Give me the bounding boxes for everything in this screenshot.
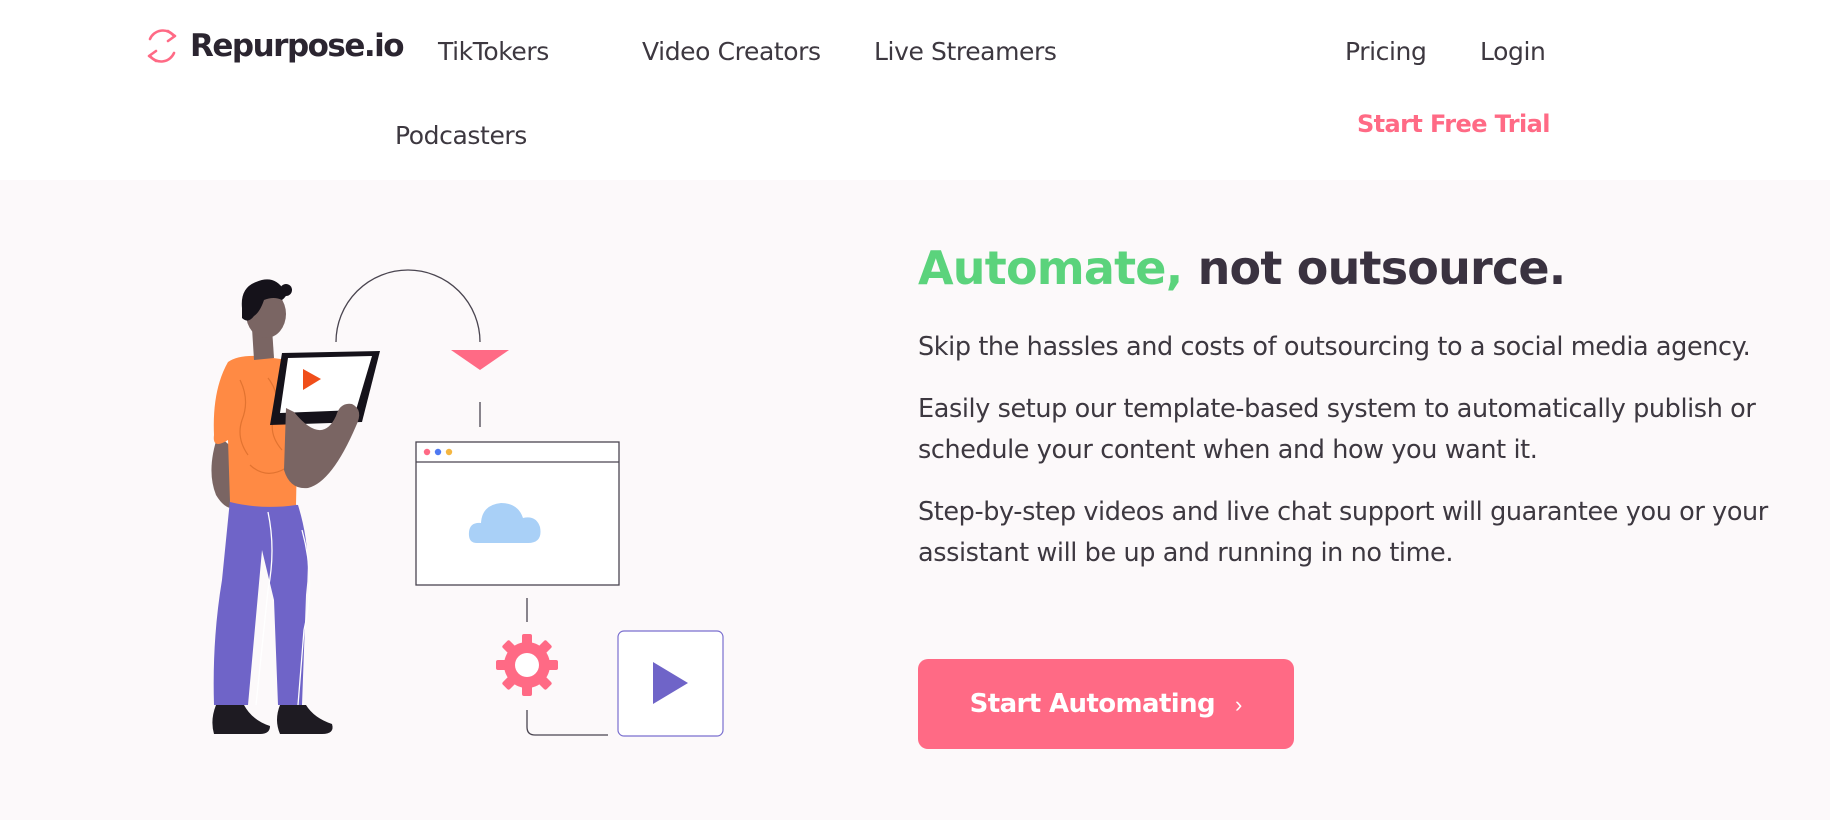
start-automating-button[interactable]: Start Automating › (918, 659, 1294, 749)
headline-rest: not outsource. (1197, 241, 1567, 295)
logo[interactable]: Repurpose.io (144, 24, 405, 68)
automation-illustration (211, 269, 724, 737)
site-header: Repurpose.io TikTokers Video Creators Li… (0, 0, 1830, 180)
browser-window (415, 441, 620, 586)
hero-illustration (190, 250, 750, 750)
nav-link-video-creators[interactable]: Video Creators (642, 37, 821, 66)
hero-paragraph-1: Skip the hassles and costs of outsourcin… (918, 332, 1751, 362)
funnel-icon (451, 350, 509, 370)
nav-link-live-streamers[interactable]: Live Streamers (874, 37, 1057, 66)
start-automating-label: Start Automating (969, 689, 1216, 719)
nav-link-podcasters[interactable]: Podcasters (395, 121, 527, 150)
start-free-trial-link[interactable]: Start Free Trial (1357, 110, 1550, 138)
person-figure (211, 279, 380, 734)
logo-text: Repurpose.io (190, 28, 405, 64)
nav-link-tiktokers[interactable]: TikTokers (438, 37, 549, 66)
hero-section: Automate, not outsource. Skip the hassle… (918, 238, 1778, 574)
hero-headline: Automate, not outsource. (918, 238, 1778, 298)
nav-link-login[interactable]: Login (1480, 37, 1546, 66)
hero-paragraph-2: Easily setup our template-based system t… (918, 394, 1756, 465)
headline-accent: Automate, (918, 241, 1183, 295)
chevron-right-icon: › (1235, 692, 1243, 717)
hero-paragraph-3: Step-by-step videos and live chat suppor… (918, 497, 1768, 568)
refresh-arrows-icon (147, 29, 177, 63)
nav-link-pricing[interactable]: Pricing (1345, 37, 1427, 66)
gear-icon (496, 634, 558, 696)
